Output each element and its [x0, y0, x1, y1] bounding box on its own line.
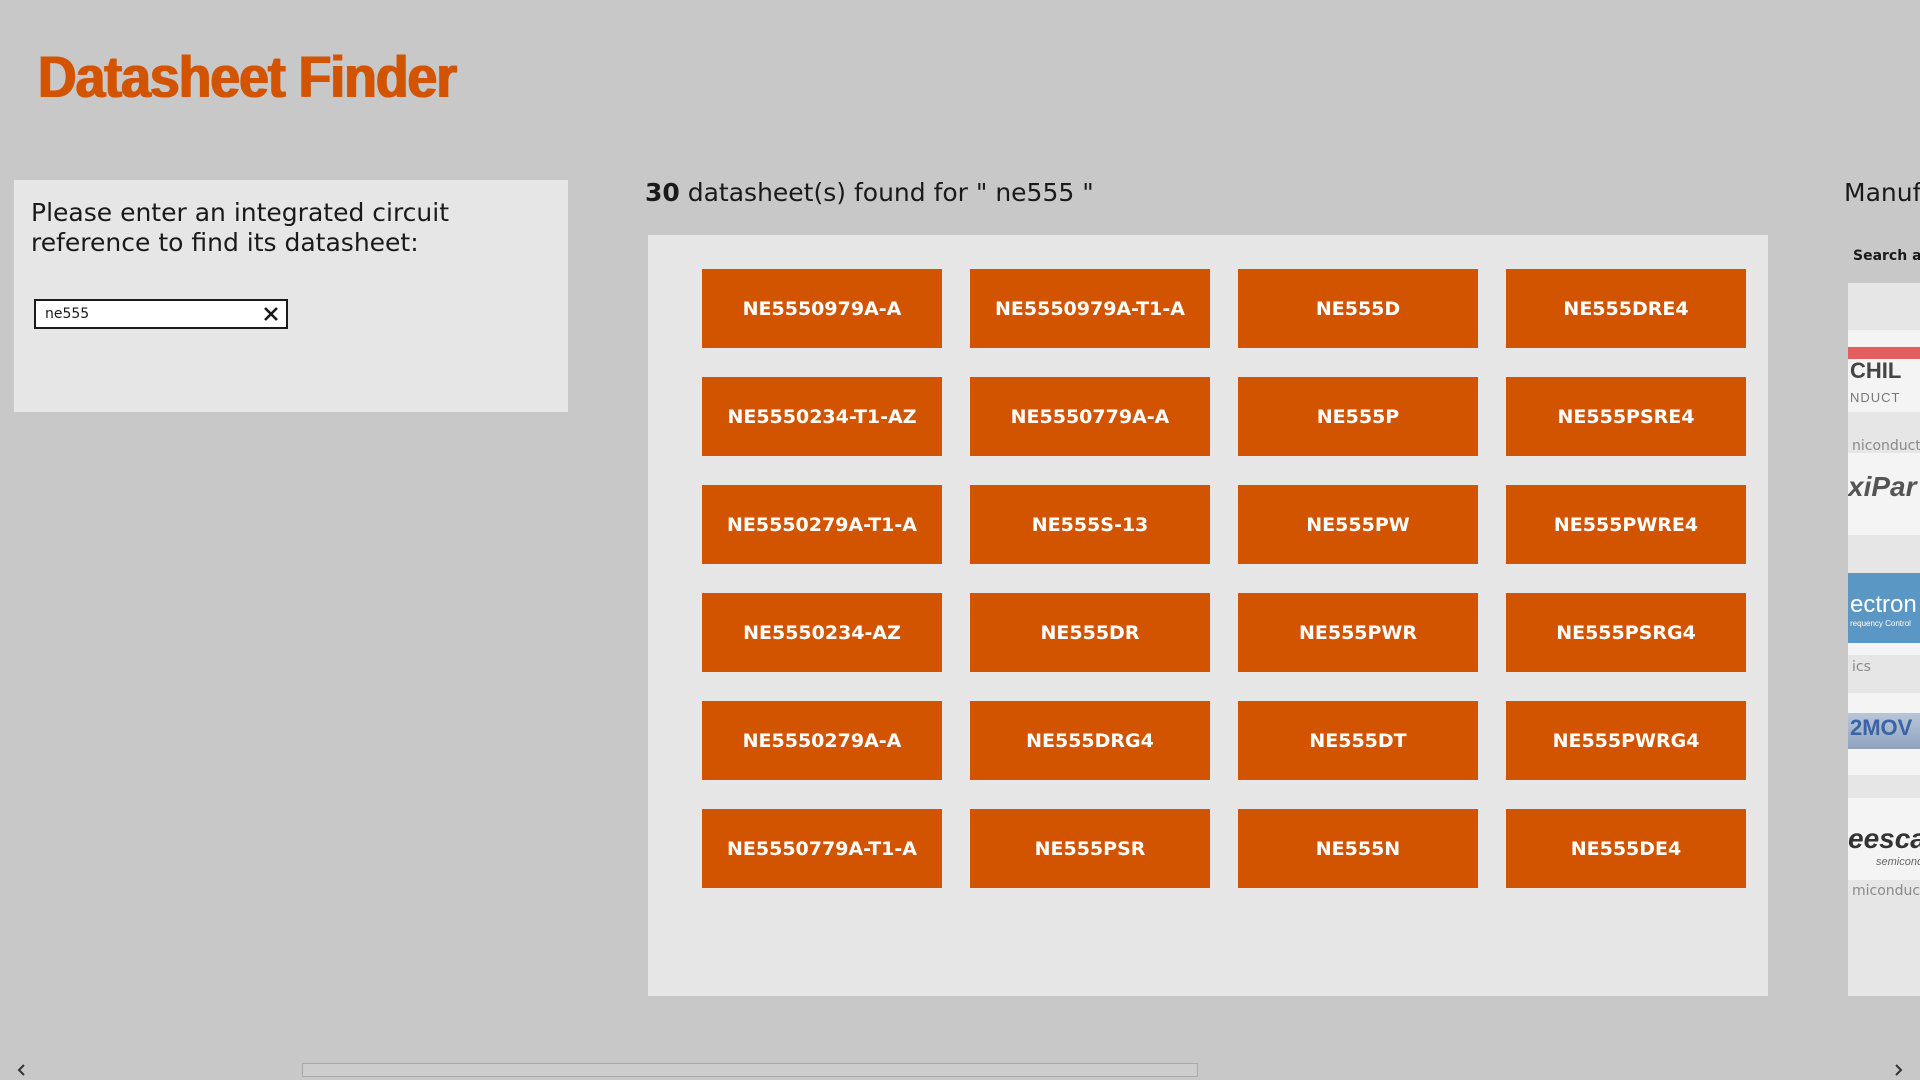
datasheet-button[interactable]: NE5550979A-T1-A: [970, 269, 1210, 348]
maxipar-logo: xiPar: [1848, 471, 1917, 502]
fairchild-logo: CHIL: [1850, 358, 1902, 383]
manufacturer-caption: ics: [1852, 659, 1871, 675]
search-panel: Please enter an integrated circuit refer…: [14, 180, 568, 412]
datasheet-button[interactable]: NE555PWRG4: [1506, 701, 1746, 780]
manufacturer-tile[interactable]: xiPar: [1848, 453, 1920, 535]
search-input[interactable]: [45, 304, 245, 324]
scroll-right-icon[interactable]: [1890, 1062, 1906, 1078]
datasheet-button[interactable]: NE5550279A-T1-A: [702, 485, 942, 564]
datasheet-button[interactable]: NE555DRG4: [970, 701, 1210, 780]
results-summary: datasheet(s) found for " ne555 ": [679, 178, 1094, 207]
datasheet-button[interactable]: NE555PSRE4: [1506, 377, 1746, 456]
2move-logo: 2MOV: [1850, 715, 1913, 740]
datasheet-button[interactable]: NE5550979A-A: [702, 269, 942, 348]
search-box[interactable]: [34, 299, 288, 329]
manufacturers-heading: Manuf: [1844, 178, 1920, 207]
datasheet-button[interactable]: NE555DE4: [1506, 809, 1746, 888]
app-title: Datasheet Finder: [38, 45, 457, 110]
datasheet-button[interactable]: NE5550279A-A: [702, 701, 942, 780]
datasheet-button[interactable]: NE555DR: [970, 593, 1210, 672]
manufacturer-tile[interactable]: CHIL NDUCT: [1848, 330, 1920, 412]
manufacturer-caption: niconduct: [1852, 438, 1920, 454]
datasheet-button[interactable]: NE555P: [1238, 377, 1478, 456]
datasheet-button[interactable]: NE555D: [1238, 269, 1478, 348]
freescale-logo: eesca: [1848, 823, 1920, 854]
datasheet-button[interactable]: NE5550779A-T1-A: [702, 809, 942, 888]
datasheet-button[interactable]: NE5550234-AZ: [702, 593, 942, 672]
manufacturer-tile[interactable]: eesca semicond: [1848, 798, 1920, 880]
clear-icon[interactable]: [260, 302, 282, 326]
datasheet-button[interactable]: NE555PW: [1238, 485, 1478, 564]
datasheet-button[interactable]: NE555S-13: [970, 485, 1210, 564]
manufacturer-tile[interactable]: ectron requency Control: [1848, 573, 1920, 655]
scroll-left-icon[interactable]: [14, 1062, 30, 1078]
datasheet-grid: NE5550979A-A NE5550979A-T1-A NE555D NE555DR…: [702, 269, 1746, 888]
electronics-logo-sub: requency Control: [1850, 619, 1911, 628]
fairchild-logo-sub: NDUCT: [1850, 390, 1901, 405]
datasheet-button[interactable]: NE555N: [1238, 809, 1478, 888]
electronics-logo: ectron: [1850, 591, 1917, 618]
freescale-logo-sub: semicond: [1876, 856, 1920, 868]
results-heading: 30 datasheet(s) found for " ne555 ": [645, 178, 1094, 207]
datasheet-button[interactable]: NE555PWR: [1238, 593, 1478, 672]
datasheet-button[interactable]: NE555DT: [1238, 701, 1478, 780]
datasheet-button[interactable]: NE555PSRG4: [1506, 593, 1746, 672]
manufacturer-tile[interactable]: 2MOV: [1848, 693, 1920, 775]
datasheet-button[interactable]: NE5550779A-A: [970, 377, 1210, 456]
manufacturers-panel: CHIL NDUCT niconduct xiPar ectron requen…: [1848, 283, 1920, 996]
datasheet-button[interactable]: NE555PWRE4: [1506, 485, 1746, 564]
datasheet-button[interactable]: NE555PSR: [970, 809, 1210, 888]
scrollbar-thumb[interactable]: [302, 1063, 1198, 1077]
results-panel: NE5550979A-A NE5550979A-T1-A NE555D NE555DR…: [648, 235, 1768, 996]
datasheet-button[interactable]: NE5550234-T1-AZ: [702, 377, 942, 456]
results-count: 30: [645, 178, 680, 207]
horizontal-scrollbar[interactable]: [0, 1060, 1920, 1080]
manufacturer-caption: miconduc: [1852, 883, 1920, 899]
datasheet-button[interactable]: NE555DRE4: [1506, 269, 1746, 348]
search-prompt: Please enter an integrated circuit refer…: [31, 198, 450, 257]
manufacturers-search-label: Search am: [1853, 248, 1920, 264]
